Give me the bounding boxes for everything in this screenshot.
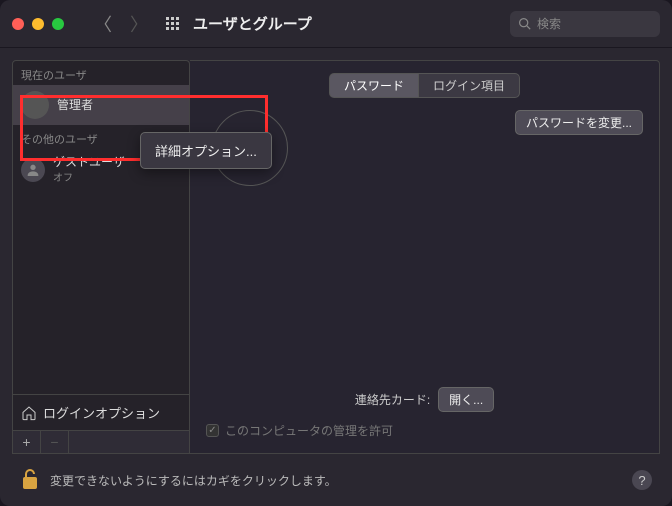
search-input[interactable]: 検索 <box>510 11 660 37</box>
sidebar-toolbar: + − <box>13 430 189 453</box>
tabs: パスワード ログイン項目 <box>206 73 643 98</box>
content-area: 現在のユーザ 管理者 その他のユーザ ゲストユーザ オフ ログ <box>0 48 672 454</box>
window-title: ユーザとグループ <box>193 13 312 34</box>
search-icon <box>518 17 531 30</box>
contact-card-row: 連絡先カード: 開く... <box>206 387 643 412</box>
help-icon[interactable]: ? <box>632 470 652 490</box>
minimize-icon[interactable] <box>32 18 44 30</box>
house-icon <box>21 405 37 421</box>
user-label: ゲストユーザ <box>53 155 125 169</box>
admin-permission-row: ✓ このコンピュータの管理を許可 <box>206 422 643 439</box>
show-all-icon[interactable] <box>166 17 179 30</box>
current-user-header: 現在のユーザ <box>13 61 189 85</box>
change-password-button[interactable]: パスワードを変更... <box>515 110 643 135</box>
lock-text: 変更できないようにするにはカギをクリックします。 <box>50 472 337 489</box>
window-controls <box>12 18 64 30</box>
tab-password[interactable]: パスワード <box>329 73 418 98</box>
context-menu: 詳細オプション... <box>140 132 272 169</box>
search-placeholder: 検索 <box>537 15 561 32</box>
close-icon[interactable] <box>12 18 24 30</box>
login-options-label: ログインオプション <box>43 403 160 422</box>
preferences-window: 〈 〉 ユーザとグループ 検索 現在のユーザ 管理者 その他のユーザ <box>0 0 672 506</box>
admin-checkbox-label: このコンピュータの管理を許可 <box>225 422 393 439</box>
back-icon[interactable]: 〈 <box>94 11 112 37</box>
add-user-button[interactable]: + <box>13 431 41 453</box>
admin-checkbox: ✓ <box>206 424 219 437</box>
avatar <box>21 158 45 182</box>
nav-arrows: 〈 〉 <box>94 11 148 37</box>
main-panel: パスワード ログイン項目 パスワードを変更... 連絡先カード: 開く... ✓… <box>190 60 660 454</box>
zoom-icon[interactable] <box>52 18 64 30</box>
remove-user-button: − <box>41 431 69 453</box>
titlebar: 〈 〉 ユーザとグループ 検索 <box>0 0 672 48</box>
tab-login-items[interactable]: ログイン項目 <box>418 73 520 98</box>
footer: 変更できないようにするにはカギをクリックします。 ? <box>0 454 672 506</box>
lock-icon[interactable] <box>20 467 40 494</box>
user-sublabel: オフ <box>53 169 125 184</box>
contact-card-label: 連絡先カード: <box>355 391 430 408</box>
open-contact-button[interactable]: 開く... <box>438 387 494 412</box>
user-label: 管理者 <box>57 98 93 112</box>
user-sidebar: 現在のユーザ 管理者 その他のユーザ ゲストユーザ オフ ログ <box>12 60 190 454</box>
sidebar-item-admin[interactable]: 管理者 <box>13 85 189 125</box>
avatar <box>21 91 49 119</box>
forward-icon: 〉 <box>130 11 148 37</box>
sidebar-item-login-options[interactable]: ログインオプション <box>13 394 189 430</box>
menu-item-advanced-options[interactable]: 詳細オプション... <box>141 137 271 164</box>
